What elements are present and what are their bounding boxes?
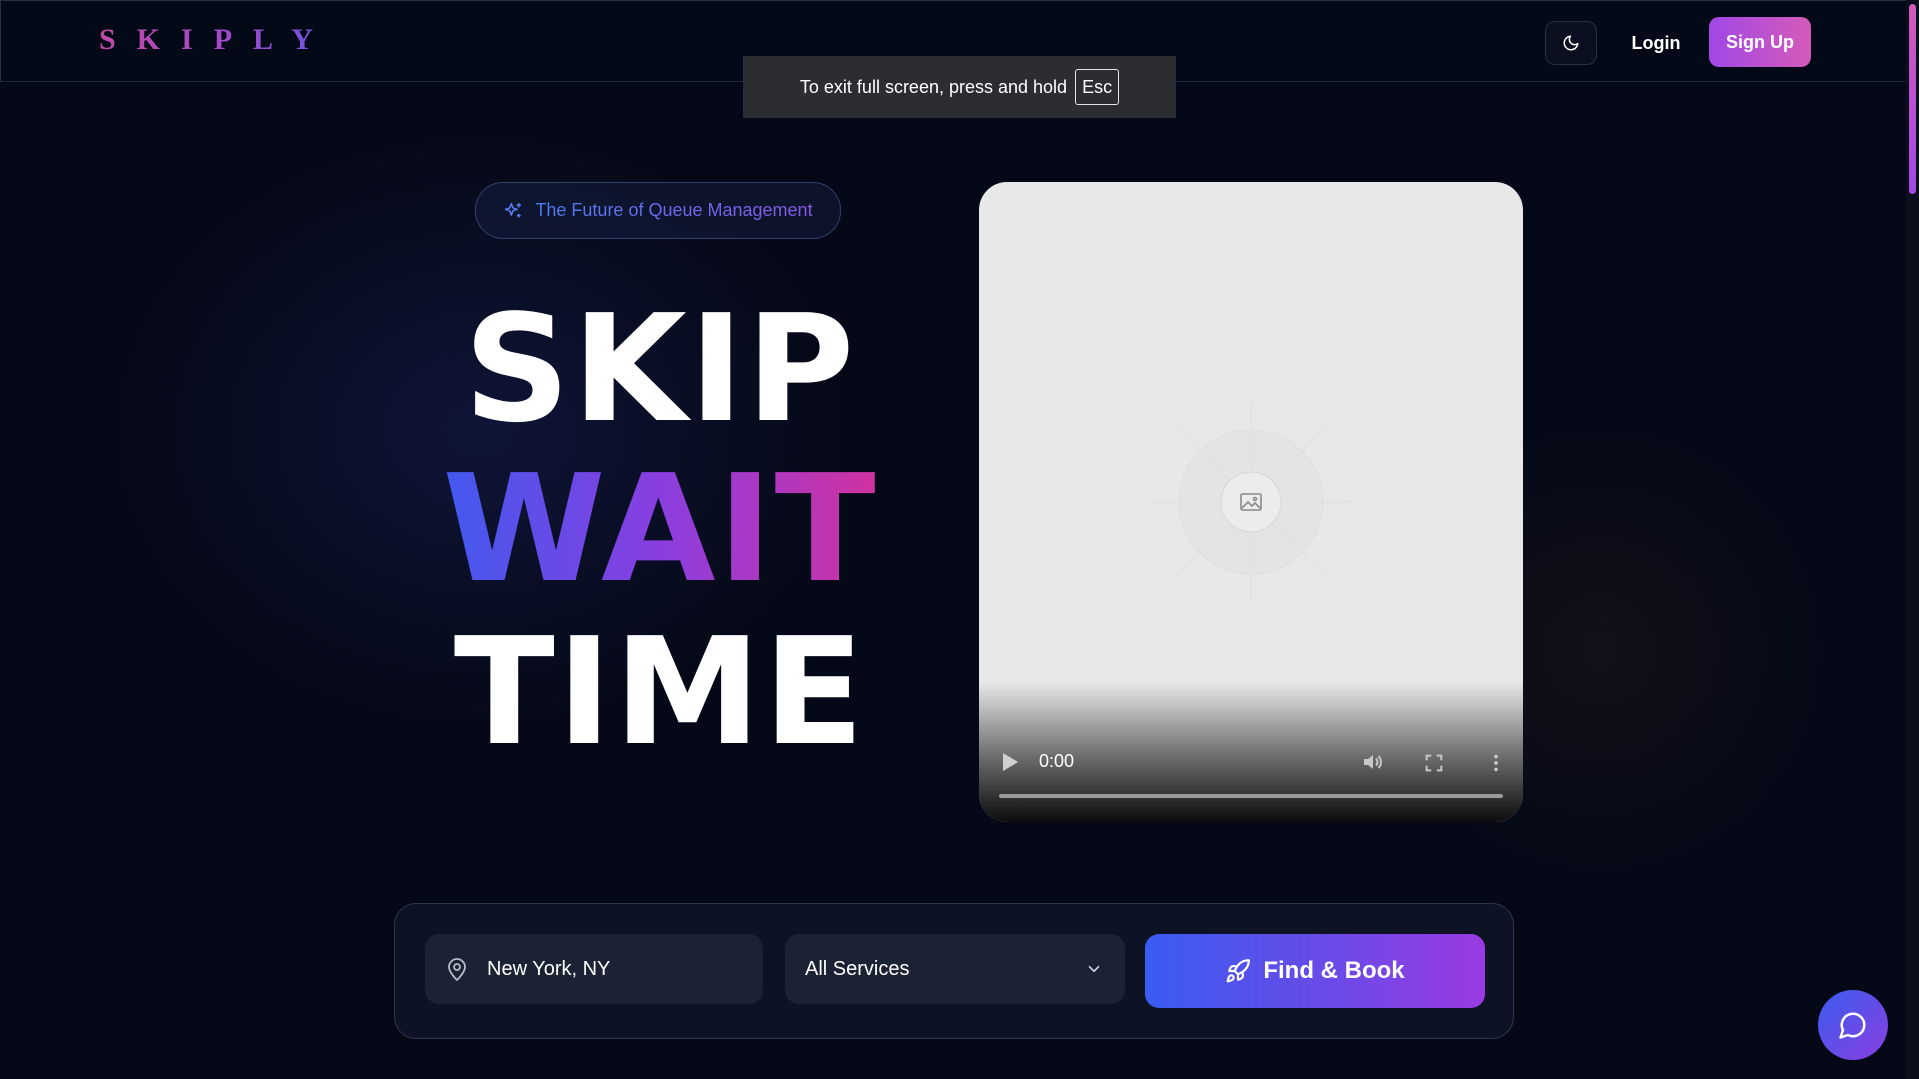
esc-key-hint: Esc [1075, 69, 1120, 105]
play-icon[interactable] [1001, 752, 1019, 772]
rocket-icon [1226, 959, 1251, 983]
brand-logo[interactable]: SKIPLY [99, 23, 334, 57]
video-progress-bar[interactable] [999, 794, 1503, 798]
location-input[interactable] [485, 956, 745, 982]
image-placeholder-icon [1151, 402, 1351, 602]
chevron-down-icon [1088, 965, 1100, 973]
chat-button[interactable] [1818, 990, 1888, 1060]
service-select-value: All Services [805, 957, 910, 980]
hero-headline-line-2: WAIT [420, 455, 900, 603]
login-button[interactable]: Login [1621, 21, 1691, 65]
map-pin-icon [448, 958, 466, 981]
fullscreen-exit-notice: To exit full screen, press and hold Esc [743, 56, 1176, 118]
location-field[interactable] [425, 934, 763, 1004]
volume-icon[interactable] [1361, 750, 1385, 774]
hero-headline-line-3: TIME [453, 606, 867, 778]
search-bar: All Services Find & Book [394, 903, 1514, 1039]
fullscreen-notice-text: To exit full screen, press and hold [799, 76, 1068, 97]
page-scrollbar[interactable] [1906, 0, 1919, 1079]
theme-toggle-button[interactable] [1545, 21, 1597, 65]
chat-bubble-icon [1839, 1012, 1866, 1039]
page: SKIPLY Login Sign Up To exit full screen… [0, 0, 1919, 1079]
service-select[interactable]: All Services [785, 934, 1125, 1004]
hero-badge-text: The Future of Queue Management [535, 200, 813, 220]
find-and-book-button[interactable]: Find & Book [1145, 934, 1485, 1008]
video-controls: 0:00 [979, 682, 1523, 822]
scrollbar-thumb[interactable] [1909, 4, 1916, 194]
sparkles-icon [505, 202, 522, 218]
hero-headline-line-1: SKIP [463, 283, 857, 455]
more-options-icon[interactable] [1485, 752, 1507, 774]
video-player[interactable]: 0:00 [979, 182, 1523, 822]
moon-icon [1563, 35, 1579, 51]
hero-badge: The Future of Queue Management [475, 182, 841, 239]
fullscreen-icon[interactable] [1423, 752, 1445, 774]
video-time-display: 0:00 [1039, 751, 1075, 771]
find-and-book-label: Find & Book [1263, 957, 1405, 984]
signup-button[interactable]: Sign Up [1709, 17, 1811, 67]
